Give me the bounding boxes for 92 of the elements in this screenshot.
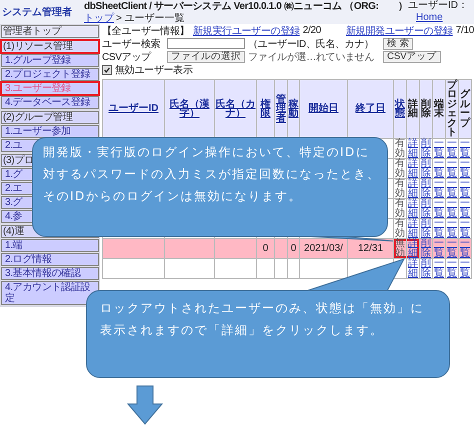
table-cell: 0 <box>290 242 296 254</box>
count-text: 2/20 <box>302 25 321 36</box>
row-action-link[interactable]: 一覧 <box>447 159 457 178</box>
checkbox[interactable] <box>102 64 112 74</box>
row-action-link[interactable]: 一覧 <box>447 139 457 158</box>
search-hint: （ユーザーID、氏名、カナ） <box>248 38 374 50</box>
column-header[interactable]: 終了日 <box>348 80 394 138</box>
status-text: 有効 <box>395 138 405 158</box>
row-action-link[interactable]: 削除 <box>421 159 431 178</box>
row-action-link[interactable]: 一覧 <box>460 239 470 258</box>
search-button[interactable]: 検 索 <box>382 38 414 50</box>
row-action-link[interactable]: 削除 <box>421 179 431 198</box>
field-label: ユーザー検索 <box>102 38 162 50</box>
row-action-link[interactable]: 削除 <box>421 239 431 258</box>
row-action-link[interactable]: 一覧 <box>434 179 444 198</box>
row-action-link[interactable]: 一覧 <box>460 259 470 278</box>
row-action-link[interactable]: 削除 <box>421 219 431 238</box>
row-action-link[interactable]: 一覧 <box>447 219 457 238</box>
field-label: CSVアップ <box>102 50 152 64</box>
register-link[interactable]: 新規開発ユーザーの登録 <box>346 24 453 38</box>
status-text: 有効 <box>395 198 405 218</box>
row-action-link[interactable]: 詳細 <box>408 179 418 198</box>
sidebar-item[interactable]: (1)リソース管理 <box>1 40 99 53</box>
table-cell: 0 <box>262 242 268 254</box>
sidebar-item[interactable]: 1.端 <box>1 239 99 252</box>
section-title: 【全ユーザー情報】 <box>102 24 190 38</box>
column-header: プロジェクト <box>446 80 458 138</box>
sidebar-item[interactable]: 2.ログ情報 <box>1 253 99 266</box>
row-action-link[interactable]: 詳細 <box>408 219 418 238</box>
column-header[interactable]: 氏名（漢字） <box>164 80 214 138</box>
row-action-link[interactable]: 一覧 <box>447 199 457 218</box>
row-action-link[interactable]: 一覧 <box>460 159 470 178</box>
row-action-link[interactable]: 削除 <box>421 139 431 158</box>
row-action-link[interactable]: 一覧 <box>434 219 444 238</box>
row-action-link[interactable]: 詳細 <box>408 259 418 278</box>
row-action-link[interactable]: 一覧 <box>460 219 470 238</box>
row-action-link[interactable]: 削除 <box>421 199 431 218</box>
sidebar-item[interactable]: 管理者トップ <box>1 25 99 38</box>
row-action-link[interactable]: 一覧 <box>434 239 444 258</box>
status-text: 有効 <box>395 218 405 238</box>
system-title: dbSheetClient / サーバーシステム Ver10.0.1.0 ㈱ニューコム （ORG: ） <box>84 1 408 12</box>
status-text: 有効 <box>395 158 405 178</box>
callout-text: ロックアウトされたユーザーのみ、状態は「無効」に表示されますので「詳細」をクリックします。 <box>100 300 425 339</box>
column-header: 端末 <box>432 80 446 138</box>
breadcrumb-text: > ユーザー一覧 <box>116 13 185 24</box>
user-id-label: ユーザーID： <box>408 0 469 12</box>
column-header[interactable]: 管理者 <box>274 80 288 138</box>
count-text: 7/10 <box>456 25 474 36</box>
column-header[interactable]: 氏名（カナ） <box>214 80 256 138</box>
row-action-link[interactable]: 一覧 <box>447 179 457 198</box>
down-arrow-icon <box>126 386 164 425</box>
column-header: 削除 <box>420 80 432 138</box>
column-header[interactable]: 稼動 <box>288 80 300 138</box>
row-action-link[interactable]: 一覧 <box>447 239 457 258</box>
column-header[interactable]: 状態 <box>394 80 406 138</box>
sidebar-item[interactable]: 3.基本情報の確認 <box>1 267 99 280</box>
upload-button[interactable]: CSVアップ <box>383 50 441 62</box>
row-action-link[interactable]: 一覧 <box>447 259 457 278</box>
row-action-link[interactable]: 詳細 <box>408 199 418 218</box>
sidebar-item[interactable]: (2)グループ管理 <box>1 111 99 124</box>
table-cell: 2021/03/ <box>304 242 343 254</box>
file-button[interactable]: ファイルの選択 <box>167 50 245 62</box>
row-action-link[interactable]: 一覧 <box>434 139 444 158</box>
row-action-link[interactable]: 一覧 <box>460 199 470 218</box>
file-status: ファイルが選…れていません <box>248 50 374 64</box>
row-action-link[interactable]: 削除 <box>421 259 431 278</box>
search-field[interactable] <box>167 38 245 49</box>
column-header[interactable]: 開始日 <box>300 80 348 138</box>
register-link[interactable]: 新規実行ユーザーの登録 <box>193 24 300 38</box>
row-action-link[interactable]: 一覧 <box>434 259 444 278</box>
breadcrumb-link[interactable]: トップ <box>84 13 114 24</box>
row-action-link[interactable]: 詳細 <box>408 159 418 178</box>
sidebar-item[interactable]: 4.アカウント認証設定 <box>1 281 99 305</box>
sidebar-item[interactable]: 1.グループ登録 <box>1 54 99 67</box>
row-action-link[interactable]: 一覧 <box>460 139 470 158</box>
checkbox-label: 無効ユーザー表示 <box>115 64 193 76</box>
row-action-link[interactable]: 一覧 <box>460 179 470 198</box>
table-cell: 12/31 <box>358 242 384 254</box>
callout-text: 開発版・実行版のログイン操作において、特定のIDに対するパスワードの入力ミスが指定回数になったとき、そのIDからのログインは無効になります。 <box>43 144 382 205</box>
sidebar-item[interactable]: 1.ユーザー参加 <box>1 125 99 138</box>
status-text: 有効 <box>395 178 405 198</box>
row-action-link[interactable]: 一覧 <box>434 159 444 178</box>
column-header: グループ <box>458 80 472 138</box>
app-title: システム管理者 <box>1 6 73 20</box>
column-header[interactable]: 権限 <box>256 80 274 138</box>
column-header: 詳細 <box>406 80 420 138</box>
sidebar-item[interactable]: 2.プロジェクト登録 <box>1 68 99 81</box>
row-action-link[interactable]: 詳細 <box>408 139 418 158</box>
column-header[interactable]: ユーザーID <box>102 80 164 138</box>
sidebar-item[interactable]: 4.データベース登録 <box>1 96 99 109</box>
home-link[interactable]: Home <box>416 12 443 23</box>
row-action-link[interactable]: 一覧 <box>434 199 444 218</box>
